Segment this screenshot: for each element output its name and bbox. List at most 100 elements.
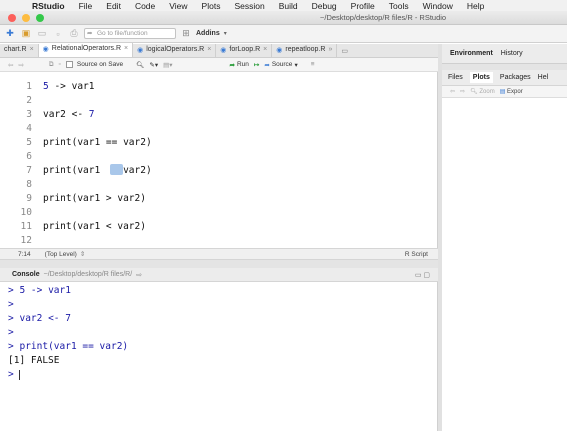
tab-for-loop[interactable]: ◉ forLoop.R ×: [216, 44, 273, 57]
menu-debug[interactable]: Debug: [312, 1, 337, 11]
menu-build[interactable]: Build: [279, 1, 298, 11]
close-tab-icon[interactable]: ×: [207, 46, 211, 53]
tab-chart[interactable]: chart.R ×: [0, 44, 39, 57]
chevron-down-icon: ▾: [223, 31, 227, 37]
editor-line: 8: [26, 179, 32, 190]
console-line: [1] FALSE: [8, 355, 60, 366]
menu-window[interactable]: Window: [423, 1, 453, 11]
tab-logical-operators[interactable]: ◉ logicalOperators.R ×: [133, 44, 217, 57]
back-arrow-icon[interactable]: ⇦: [8, 61, 13, 69]
workspace-panes-icon[interactable]: ⊞: [180, 28, 192, 39]
addins-menu[interactable]: Addins: [196, 30, 220, 37]
scope-selector[interactable]: (Top Level): [45, 251, 77, 258]
menu-plots[interactable]: Plots: [202, 1, 221, 11]
editor-toolbar: ⇦ ⇨ ⧉ ▫ Source on Save 🔍︎ ✎▾ ▤▾ ➦ Run ↦ ➦…: [0, 58, 438, 72]
open-file-icon[interactable]: ▭: [36, 28, 48, 39]
goto-file-input[interactable]: Go to file/function: [84, 28, 176, 39]
cursor-position: 7:14: [18, 250, 31, 258]
r-file-icon: ◉: [276, 47, 283, 54]
run-arrow-icon: ➦: [229, 61, 235, 69]
rerun-icon[interactable]: ↦: [254, 61, 259, 69]
tab-relational-operators[interactable]: ◉ RelationalOperators.R ×: [38, 43, 134, 57]
editor-statusbar: 7:14 (Top Level) ⇕ R Script: [0, 248, 438, 260]
menu-profile[interactable]: Profile: [351, 1, 375, 11]
main-toolbar: ✚ ▣ ▭ ▫ ⎙ Go to file/function ⊞ Addins ▾: [0, 25, 567, 43]
go-to-directory-icon[interactable]: ⇨: [136, 271, 142, 279]
zoom-icon: 🔍︎: [470, 89, 478, 95]
menu-help[interactable]: Help: [467, 1, 484, 11]
chevron-down-icon: ▾: [294, 61, 298, 69]
tab-plots[interactable]: Plots: [469, 72, 493, 83]
maximize-window-button[interactable]: [36, 14, 44, 22]
menu-tools[interactable]: Tools: [389, 1, 409, 11]
tab-files[interactable]: Files: [448, 74, 463, 81]
console-path: ~/Desktop/desktop/R files/R/: [43, 271, 133, 278]
wand-icon[interactable]: ✎▾: [149, 61, 158, 69]
tab-help[interactable]: Hel: [538, 74, 549, 81]
forward-arrow-icon[interactable]: ⇨: [460, 88, 465, 95]
editor-line: 4: [26, 123, 32, 134]
new-file-icon[interactable]: ✚: [4, 28, 16, 39]
source-on-save-checkbox[interactable]: Source on Save: [65, 61, 123, 68]
r-file-icon: ◉: [220, 47, 227, 54]
outline-icon[interactable]: ≡: [311, 61, 315, 68]
console-output[interactable]: > 5 -> var1 > > var2 <- 7 > > print(var1…: [0, 282, 438, 431]
menu-code[interactable]: Code: [135, 1, 155, 11]
show-in-window-icon[interactable]: ⧉: [49, 61, 54, 69]
menu-file[interactable]: File: [79, 1, 93, 11]
editor-line: 2: [26, 95, 32, 106]
source-button[interactable]: ➦ Source ▾: [264, 61, 297, 69]
plots-toolbar: ⇦ ⇨ 🔍︎ Zoom ▤ Expor: [442, 86, 567, 98]
close-tab-icon[interactable]: ×: [263, 46, 267, 53]
editor-line: 11 print(var1 < var2): [20, 221, 146, 232]
editor-line: 12: [20, 235, 32, 246]
zoom-button[interactable]: 🔍︎ Zoom: [470, 88, 495, 95]
compile-report-icon[interactable]: ▤▾: [163, 61, 172, 69]
back-arrow-icon[interactable]: ⇦: [450, 88, 455, 95]
plot-viewer: [442, 98, 567, 431]
close-tab-icon[interactable]: ×: [30, 46, 34, 53]
minimize-pane-icon[interactable]: ▭ ▢: [415, 271, 430, 279]
close-window-button[interactable]: [8, 14, 16, 22]
minimize-window-button[interactable]: [22, 14, 30, 22]
tab-packages[interactable]: Packages: [500, 74, 531, 81]
tab-repeat-loop[interactable]: ◉ repeatloop.R»: [272, 44, 338, 57]
files-pane-tabs: Files Plots Packages Hel: [442, 70, 567, 86]
search-icon[interactable]: 🔍︎: [136, 61, 144, 69]
save-icon[interactable]: ▫: [52, 29, 64, 39]
environment-pane-tabs: Environment History: [442, 44, 567, 64]
export-icon: ▤: [499, 89, 506, 95]
console-line: >: [8, 327, 14, 338]
console-line: >: [8, 299, 14, 310]
chevron-updown-icon: ⇕: [79, 251, 86, 258]
run-button[interactable]: ➦ Run: [230, 61, 249, 69]
menu-edit[interactable]: Edit: [106, 1, 121, 11]
editor-line: 5 print(var1 == var2): [26, 137, 152, 148]
new-project-icon[interactable]: ▣: [20, 28, 32, 39]
export-button[interactable]: ▤ Expor: [500, 88, 523, 95]
r-file-icon: ◉: [42, 46, 49, 53]
console-prompt[interactable]: >: [8, 369, 21, 383]
pane-splitter[interactable]: [0, 260, 438, 268]
console-line: > print(var1 == var2): [8, 341, 129, 352]
more-tabs-icon[interactable]: »: [328, 46, 332, 53]
console-line: > 5 -> var1: [8, 285, 71, 296]
menu-session[interactable]: Session: [234, 1, 264, 11]
tab-environment[interactable]: Environment: [450, 50, 493, 57]
editor-line: 6: [26, 151, 32, 162]
print-icon[interactable]: ⎙: [68, 28, 80, 39]
minimize-pane-icon[interactable]: ▭: [341, 47, 348, 55]
tab-history[interactable]: History: [501, 50, 523, 57]
file-type-selector[interactable]: R Script: [405, 251, 428, 258]
code-editor[interactable]: 15 -> var1 2 3 var2 <- 7 4 5 print(var1 ==…: [0, 72, 438, 248]
close-tab-icon[interactable]: ×: [124, 45, 128, 52]
menu-app-name[interactable]: RStudio: [32, 1, 65, 11]
editor-line: 15 -> var1: [26, 81, 95, 92]
editor-tabs: chart.R × ◉ RelationalOperators.R × ◉ logica…: [0, 43, 438, 58]
console-title[interactable]: Console: [12, 271, 40, 278]
editor-line: 10: [20, 207, 32, 218]
save-file-icon[interactable]: ▫: [59, 61, 61, 68]
text-cursor-highlight: [110, 164, 123, 175]
forward-arrow-icon[interactable]: ⇨: [18, 61, 23, 69]
menu-view[interactable]: View: [169, 1, 187, 11]
